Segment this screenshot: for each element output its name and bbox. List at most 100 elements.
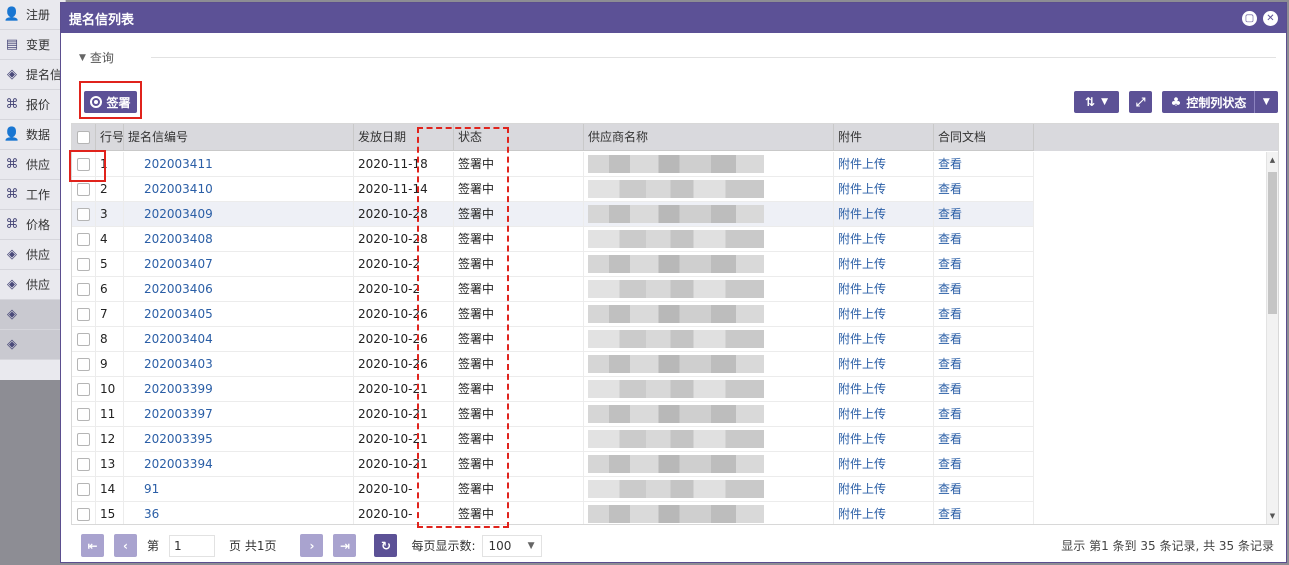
row-select-cell[interactable] (72, 377, 96, 402)
header-supplier-name[interactable]: 供应商名称 (584, 124, 834, 151)
table-row[interactable]: 6 202003406 2020-10-2 签署中 附件上传 查看 (72, 277, 1268, 302)
contract-view-link[interactable]: 查看 (934, 502, 1034, 524)
header-row-number[interactable]: 行号 (96, 124, 124, 151)
contract-view-link[interactable]: 查看 (934, 402, 1034, 427)
attachment-upload-link[interactable]: 附件上传 (834, 177, 934, 202)
prev-page-button[interactable]: ‹ (114, 534, 137, 557)
table-row[interactable]: 8 202003404 2020-10-26 签署中 附件上传 查看 (72, 327, 1268, 352)
attachment-upload-link[interactable]: 附件上传 (834, 477, 934, 502)
table-row[interactable]: 13 202003394 2020-10-21 签署中 附件上传 查看 (72, 452, 1268, 477)
header-select-all[interactable] (72, 124, 96, 151)
scrollbar-thumb[interactable] (1268, 172, 1277, 314)
letter-code-link[interactable]: 202003407 (124, 252, 354, 277)
contract-view-link[interactable]: 查看 (934, 327, 1034, 352)
first-page-button[interactable]: ⇤ (81, 534, 104, 557)
attachment-upload-link[interactable]: 附件上传 (834, 377, 934, 402)
row-select-cell[interactable] (72, 302, 96, 327)
column-state-button[interactable]: ♣ 控制列状态 ▼ (1162, 91, 1278, 113)
table-row[interactable]: 12 202003395 2020-10-21 签署中 附件上传 查看 (72, 427, 1268, 452)
row-checkbox[interactable] (77, 408, 90, 421)
next-page-button[interactable]: › (300, 534, 324, 557)
table-row[interactable]: 14 91 2020-10- 签署中 附件上传 查看 (72, 477, 1268, 502)
table-row[interactable]: 7 202003405 2020-10-26 签署中 附件上传 查看 (72, 302, 1268, 327)
table-row[interactable]: 2 202003410 2020-11-14 签署中 附件上传 查看 (72, 177, 1268, 202)
header-contract-doc[interactable]: 合同文档 (934, 124, 1034, 151)
letter-code-link[interactable]: 36 (124, 502, 354, 524)
row-checkbox[interactable] (77, 258, 90, 271)
letter-code-link[interactable]: 202003397 (124, 402, 354, 427)
contract-view-link[interactable]: 查看 (934, 452, 1034, 477)
contract-view-link[interactable]: 查看 (934, 177, 1034, 202)
attachment-upload-link[interactable]: 附件上传 (834, 252, 934, 277)
select-all-checkbox[interactable] (77, 131, 90, 144)
row-checkbox[interactable] (77, 433, 90, 446)
maximize-icon[interactable]: ▢ (1242, 10, 1257, 26)
page-number-input[interactable] (169, 534, 216, 557)
vertical-scrollbar[interactable]: ▲ ▼ (1266, 152, 1278, 524)
column-order-button[interactable]: ⇅ ▼ (1074, 91, 1119, 113)
row-checkbox[interactable] (77, 208, 90, 221)
table-row[interactable]: 1 202003411 2020-11-18 签署中 附件上传 查看 (72, 152, 1268, 177)
row-checkbox[interactable] (77, 483, 90, 496)
table-row[interactable]: 5 202003407 2020-10-2 签署中 附件上传 查看 (72, 252, 1268, 277)
refresh-button[interactable]: ↻ (374, 534, 398, 557)
row-select-cell[interactable] (72, 502, 96, 524)
row-select-cell[interactable] (72, 477, 96, 502)
attachment-upload-link[interactable]: 附件上传 (834, 227, 934, 252)
chevron-down-icon[interactable]: ▼ (1255, 97, 1277, 107)
table-row[interactable]: 10 202003399 2020-10-21 签署中 附件上传 查看 (72, 377, 1268, 402)
table-row[interactable]: 3 202003409 2020-10-28 签署中 附件上传 查看 (72, 202, 1268, 227)
query-toggle[interactable]: ▼ 查询 (79, 49, 114, 66)
letter-code-link[interactable]: 202003404 (124, 327, 354, 352)
row-checkbox[interactable] (77, 283, 90, 296)
fullscreen-button[interactable]: ⤢ (1129, 91, 1152, 113)
letter-code-link[interactable]: 202003409 (124, 202, 354, 227)
scroll-down-icon[interactable]: ▼ (1267, 510, 1278, 522)
contract-view-link[interactable]: 查看 (934, 427, 1034, 452)
contract-view-link[interactable]: 查看 (934, 377, 1034, 402)
table-row[interactable]: 15 36 2020-10- 签署中 附件上传 查看 (72, 502, 1268, 524)
letter-code-link[interactable]: 202003405 (124, 302, 354, 327)
contract-view-link[interactable]: 查看 (934, 302, 1034, 327)
table-row[interactable]: 4 202003408 2020-10-28 签署中 附件上传 查看 (72, 227, 1268, 252)
contract-view-link[interactable]: 查看 (934, 352, 1034, 377)
row-select-cell[interactable] (72, 202, 96, 227)
header-letter-code[interactable]: 提名信编号 (124, 124, 354, 151)
row-checkbox[interactable] (77, 358, 90, 371)
row-select-cell[interactable] (72, 402, 96, 427)
table-row[interactable]: 11 202003397 2020-10-21 签署中 附件上传 查看 (72, 402, 1268, 427)
row-select-cell[interactable] (72, 452, 96, 477)
sign-button[interactable]: 签署 (84, 91, 137, 113)
attachment-upload-link[interactable]: 附件上传 (834, 352, 934, 377)
row-checkbox[interactable] (77, 458, 90, 471)
letter-code-link[interactable]: 202003410 (124, 177, 354, 202)
row-checkbox[interactable] (77, 308, 90, 321)
header-attachment[interactable]: 附件 (834, 124, 934, 151)
attachment-upload-link[interactable]: 附件上传 (834, 302, 934, 327)
row-checkbox[interactable] (77, 508, 90, 521)
contract-view-link[interactable]: 查看 (934, 252, 1034, 277)
row-select-cell[interactable] (72, 252, 96, 277)
row-select-cell[interactable] (72, 227, 96, 252)
row-select-cell[interactable] (72, 352, 96, 377)
contract-view-link[interactable]: 查看 (934, 277, 1034, 302)
contract-view-link[interactable]: 查看 (934, 477, 1034, 502)
attachment-upload-link[interactable]: 附件上传 (834, 452, 934, 477)
row-checkbox[interactable] (77, 233, 90, 246)
scroll-up-icon[interactable]: ▲ (1267, 154, 1278, 166)
last-page-button[interactable]: ⇥ (333, 534, 357, 557)
attachment-upload-link[interactable]: 附件上传 (834, 402, 934, 427)
attachment-upload-link[interactable]: 附件上传 (834, 202, 934, 227)
attachment-upload-link[interactable]: 附件上传 (834, 502, 934, 524)
letter-code-link[interactable]: 91 (124, 477, 354, 502)
row-checkbox[interactable] (77, 333, 90, 346)
row-checkbox[interactable] (77, 383, 90, 396)
letter-code-link[interactable]: 202003399 (124, 377, 354, 402)
row-checkbox[interactable] (77, 183, 90, 196)
contract-view-link[interactable]: 查看 (934, 202, 1034, 227)
letter-code-link[interactable]: 202003403 (124, 352, 354, 377)
attachment-upload-link[interactable]: 附件上传 (834, 427, 934, 452)
contract-view-link[interactable]: 查看 (934, 227, 1034, 252)
letter-code-link[interactable]: 202003406 (124, 277, 354, 302)
letter-code-link[interactable]: 202003395 (124, 427, 354, 452)
